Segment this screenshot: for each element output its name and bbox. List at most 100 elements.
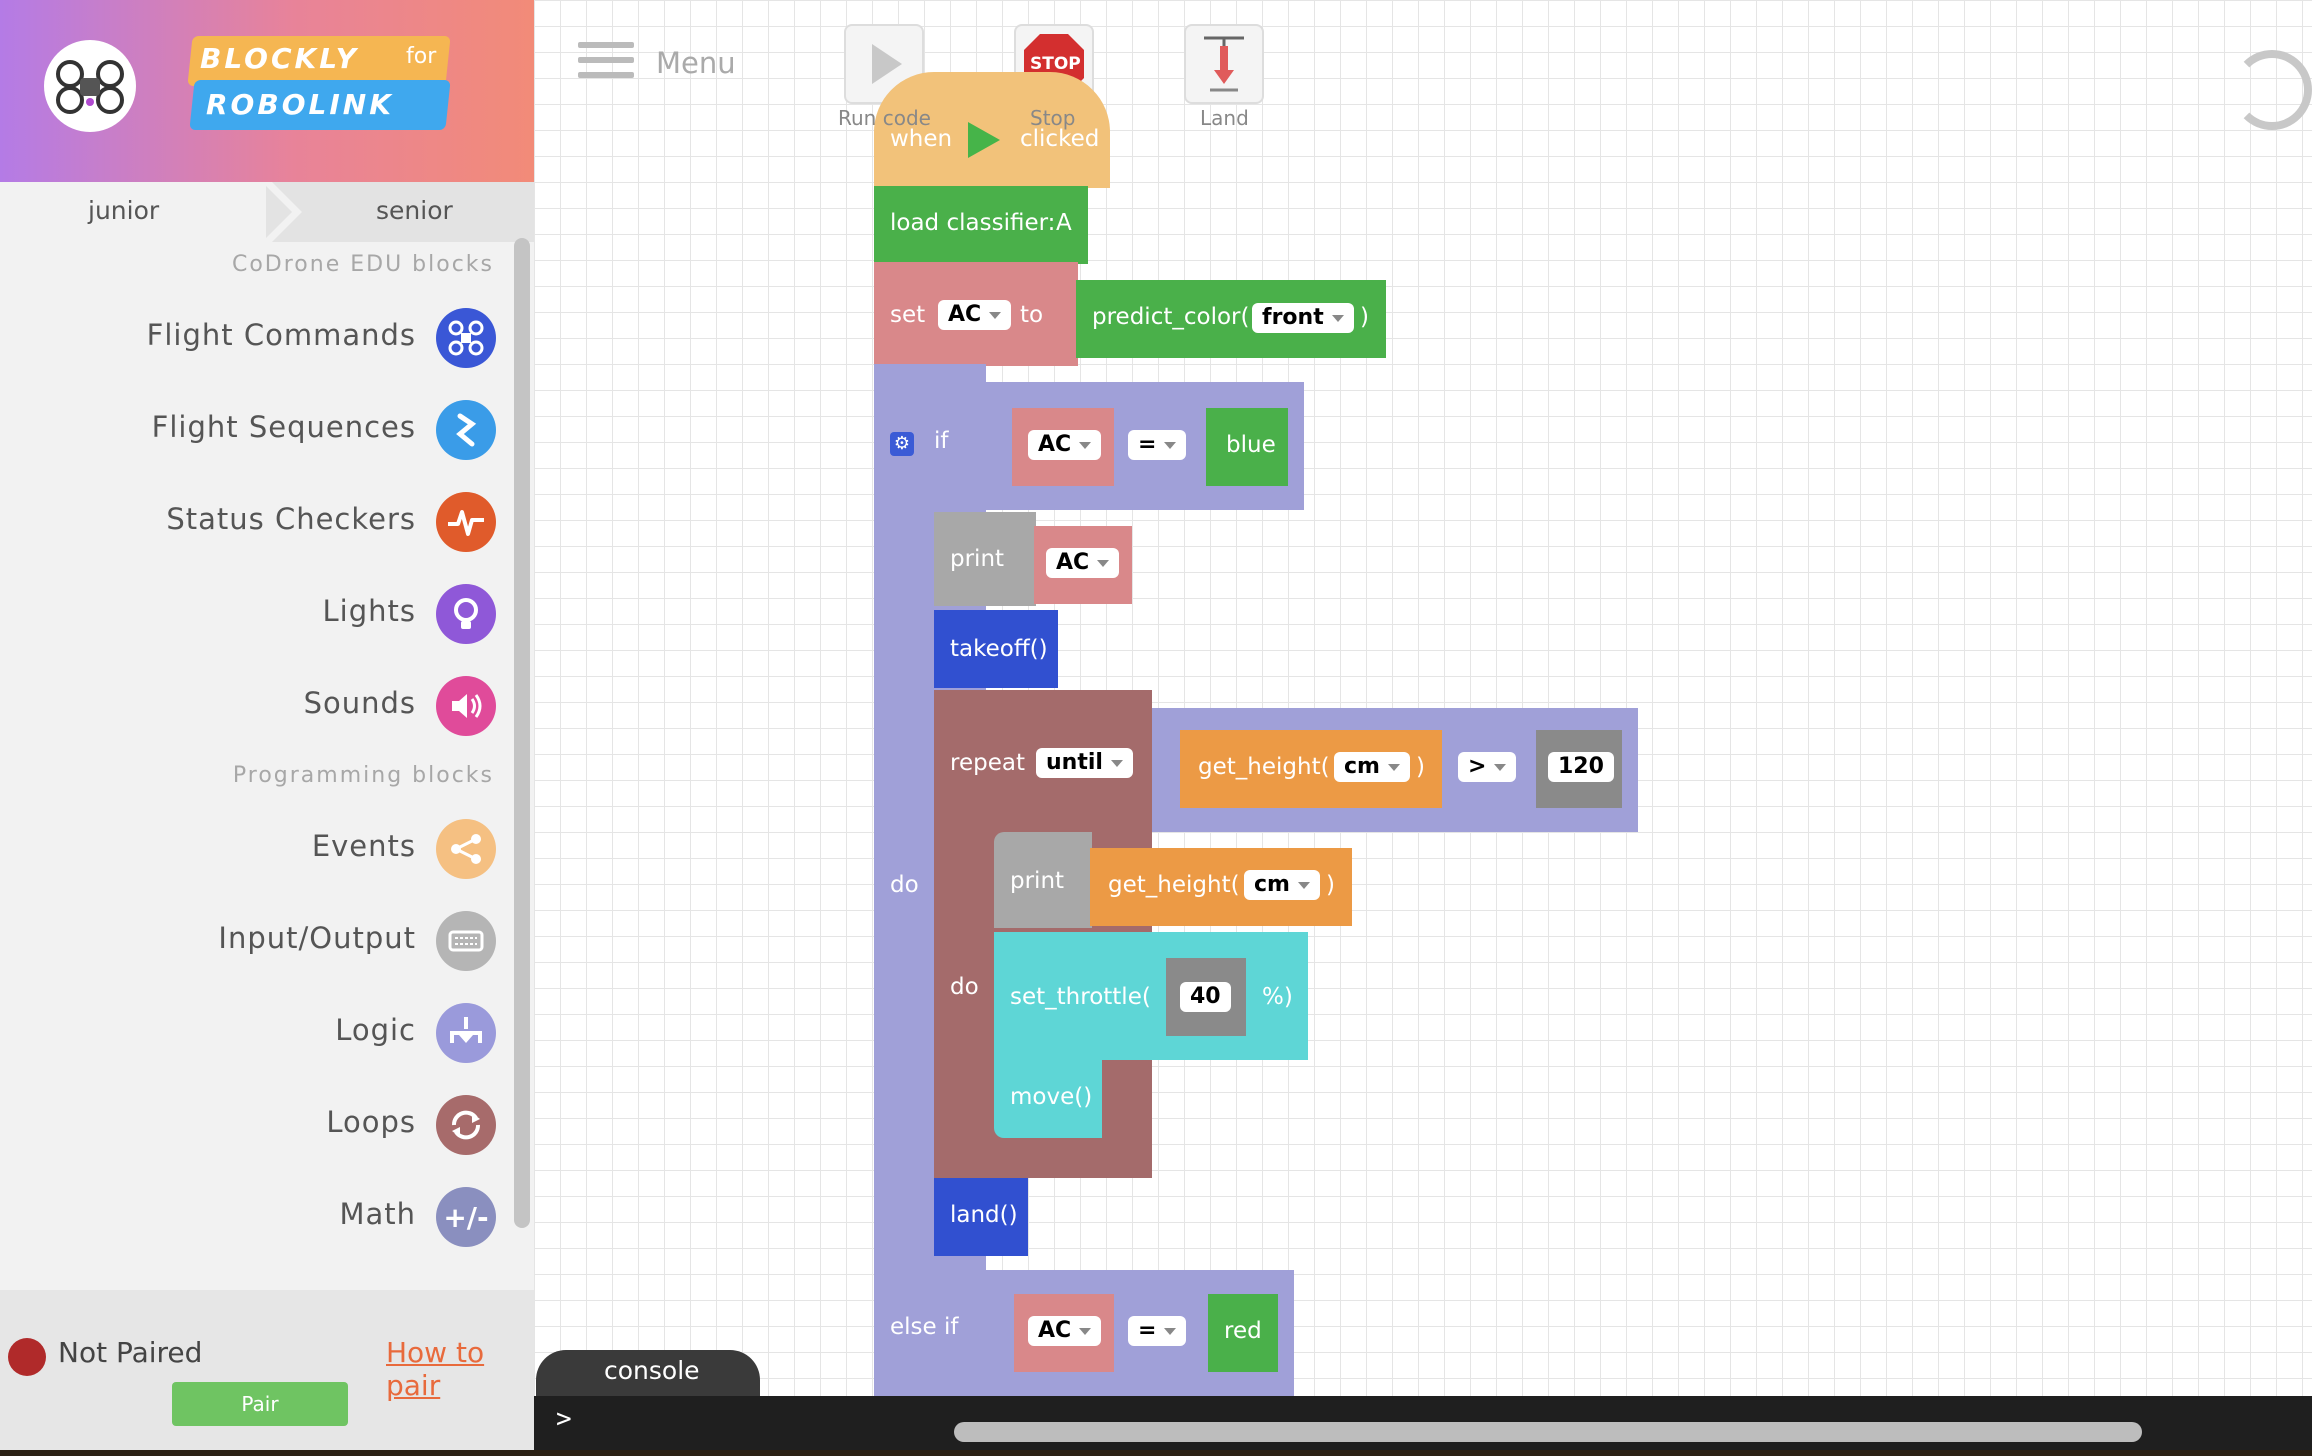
repeat-mode-dropdown[interactable]: until bbox=[1036, 748, 1133, 778]
stop-sign-text: STOP bbox=[1030, 54, 1081, 74]
mode-tabs: junior senior bbox=[0, 182, 534, 242]
pulse-icon bbox=[436, 492, 496, 552]
get-height-close-paren: ) bbox=[1416, 754, 1425, 780]
throttle-value-input[interactable]: 40 bbox=[1180, 982, 1231, 1012]
category-input-output[interactable]: Input/Output bbox=[0, 907, 496, 977]
do-text: do bbox=[890, 872, 919, 898]
predict-color-text: predict_color( bbox=[1092, 304, 1250, 330]
hamburger-menu-icon[interactable] bbox=[578, 42, 634, 82]
section-codrone-label: CoDrone EDU blocks bbox=[231, 252, 494, 277]
pairing-footer: Not Paired How to pair Pair bbox=[0, 1290, 534, 1456]
mutator-gear-icon[interactable]: ⚙ bbox=[890, 432, 914, 456]
category-label: Loops bbox=[326, 1105, 416, 1139]
takeoff-text: takeoff() bbox=[950, 636, 1048, 662]
height-unit-dropdown[interactable]: cm bbox=[1334, 752, 1410, 782]
category-label: Flight Sequences bbox=[151, 410, 416, 444]
drone-icon bbox=[436, 308, 496, 368]
category-logic[interactable]: Logic bbox=[0, 999, 496, 1069]
how-to-pair-link[interactable]: How to pair bbox=[386, 1336, 534, 1402]
share-icon bbox=[436, 819, 496, 879]
category-math[interactable]: Math +/- bbox=[0, 1183, 496, 1253]
category-label: Logic bbox=[335, 1013, 416, 1047]
land-icon bbox=[1204, 36, 1244, 92]
lightbulb-icon bbox=[436, 584, 496, 644]
keyboard-icon bbox=[436, 911, 496, 971]
console-tab-label[interactable]: console bbox=[604, 1356, 700, 1385]
land-text: land() bbox=[950, 1202, 1018, 1228]
color-blue-text[interactable]: blue bbox=[1226, 432, 1276, 458]
block-clicked-text: clicked bbox=[1020, 126, 1100, 152]
land-label: Land bbox=[1200, 106, 1249, 130]
else-if-variable-dropdown[interactable]: AC bbox=[1028, 1316, 1102, 1346]
move-text: move() bbox=[1010, 1084, 1093, 1110]
else-if-operator-dropdown[interactable]: = bbox=[1128, 1316, 1187, 1346]
throttle-suffix-text: %) bbox=[1262, 984, 1293, 1010]
category-label: Input/Output bbox=[218, 921, 416, 955]
brand-header: BLOCKLY for ROBOLINK bbox=[0, 0, 534, 182]
speaker-icon bbox=[436, 676, 496, 736]
tab-senior[interactable]: senior bbox=[262, 182, 534, 242]
pair-button[interactable]: Pair bbox=[172, 1382, 348, 1426]
loop-icon bbox=[436, 1095, 496, 1155]
to-text: to bbox=[1020, 302, 1044, 328]
land-button[interactable] bbox=[1184, 24, 1264, 104]
menu-label[interactable]: Menu bbox=[656, 46, 736, 80]
print-variable-dropdown[interactable]: AC bbox=[1046, 548, 1120, 578]
category-label: Status Checkers bbox=[166, 502, 416, 536]
if-text: if bbox=[934, 428, 949, 454]
classifier-value[interactable]: A bbox=[1056, 210, 1072, 236]
tab-senior-label: senior bbox=[376, 196, 453, 225]
tab-junior[interactable]: junior bbox=[0, 182, 266, 242]
category-flight-sequences[interactable]: Flight Sequences bbox=[0, 396, 496, 466]
bottom-edge bbox=[0, 1450, 2312, 1456]
category-label: Math bbox=[339, 1197, 416, 1231]
repeat-block-bottom bbox=[934, 1144, 1152, 1178]
get-height-text: get_height( bbox=[1198, 754, 1330, 780]
repeat-do-text: do bbox=[950, 974, 979, 1000]
compare-operator-dropdown[interactable]: > bbox=[1458, 752, 1517, 782]
print-text: print bbox=[950, 546, 1005, 572]
logic-icon bbox=[436, 1003, 496, 1063]
logo-for-text: for bbox=[406, 44, 437, 69]
if-compare-operator-dropdown[interactable]: = bbox=[1128, 430, 1187, 460]
pair-status-text: Not Paired bbox=[58, 1336, 203, 1369]
sidebar-scrollbar[interactable] bbox=[514, 238, 530, 1228]
category-loops[interactable]: Loops bbox=[0, 1091, 496, 1161]
category-label: Sounds bbox=[303, 686, 416, 720]
get-height-inner-text: get_height( bbox=[1108, 872, 1240, 898]
load-classifier-text: load classifier: bbox=[890, 210, 1056, 236]
category-events[interactable]: Events bbox=[0, 815, 496, 885]
workspace-horizontal-scrollbar[interactable] bbox=[954, 1422, 2142, 1442]
height-unit-inner-dropdown[interactable]: cm bbox=[1244, 870, 1320, 900]
block-workspace[interactable] bbox=[534, 0, 2312, 1396]
tab-junior-label: junior bbox=[88, 196, 160, 225]
category-status-checkers[interactable]: Status Checkers bbox=[0, 488, 496, 558]
set-text: set bbox=[890, 302, 926, 328]
logo-blockly-text: BLOCKLY bbox=[200, 42, 359, 75]
math-icon: +/- bbox=[436, 1187, 496, 1247]
category-lights[interactable]: Lights bbox=[0, 580, 496, 650]
pair-status-dot-icon bbox=[8, 1338, 46, 1376]
if-variable-dropdown[interactable]: AC bbox=[1028, 430, 1102, 460]
set-variable-dropdown[interactable]: AC bbox=[938, 300, 1012, 330]
drone-logo bbox=[44, 40, 136, 132]
block-when-text: when bbox=[890, 126, 953, 152]
print-height-text: print bbox=[1010, 868, 1065, 894]
get-height-inner-close-paren: ) bbox=[1326, 872, 1335, 898]
category-label: Events bbox=[311, 829, 416, 863]
undo-icon[interactable] bbox=[2232, 50, 2312, 130]
section-programming-label: Programming blocks bbox=[232, 763, 494, 788]
green-flag-play-icon bbox=[968, 122, 1000, 158]
predict-close-paren: ) bbox=[1360, 304, 1369, 330]
predict-position-dropdown[interactable]: front bbox=[1252, 303, 1354, 333]
toolbox-sidebar: BLOCKLY for ROBOLINK junior senior CoDro… bbox=[0, 0, 534, 1456]
height-threshold-input[interactable]: 120 bbox=[1548, 752, 1614, 782]
else-if-text: else if bbox=[890, 1314, 959, 1340]
color-red-text[interactable]: red bbox=[1224, 1318, 1262, 1344]
set-throttle-text: set_throttle( bbox=[1010, 984, 1151, 1010]
category-flight-commands[interactable]: Flight Commands bbox=[0, 304, 496, 374]
console-prompt: > bbox=[556, 1404, 572, 1434]
category-sounds[interactable]: Sounds bbox=[0, 672, 496, 742]
category-label: Lights bbox=[322, 594, 416, 628]
category-label: Flight Commands bbox=[146, 318, 416, 352]
